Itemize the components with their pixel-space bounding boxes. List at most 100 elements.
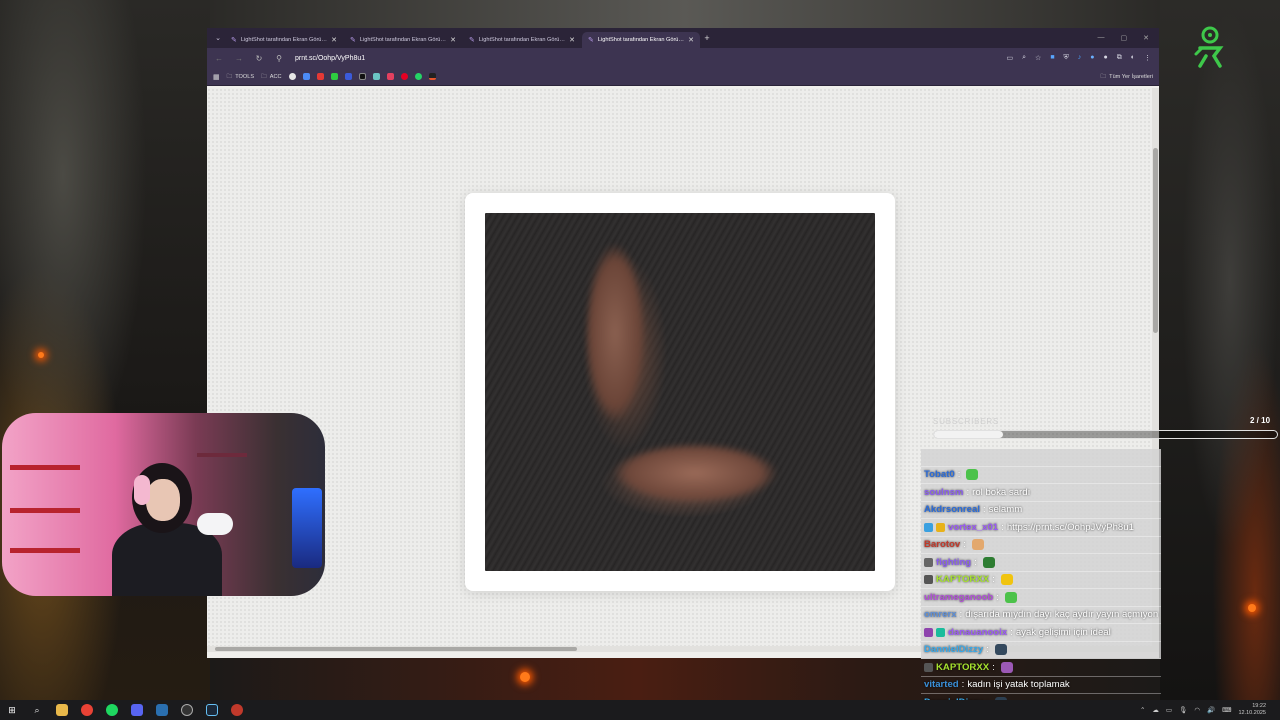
- extension-icon[interactable]: ■: [1050, 54, 1054, 62]
- instagram-bookmark-icon[interactable]: [386, 73, 394, 80]
- chat-username[interactable]: vitarted: [924, 679, 959, 690]
- chat-username[interactable]: omrerx: [924, 609, 957, 620]
- reload-icon[interactable]: ↻: [253, 54, 265, 63]
- language-icon[interactable]: ⌨: [1222, 706, 1231, 714]
- close-tab-icon[interactable]: ✕: [450, 36, 456, 44]
- apps-grid-icon[interactable]: ▦: [213, 73, 220, 81]
- extensions-puzzle-icon[interactable]: ⧉: [1117, 54, 1122, 62]
- browser-tab[interactable]: ✎ LightShot tarafından Ekran Görüntüsü ✕: [463, 32, 581, 48]
- chat-separator: :: [957, 469, 961, 481]
- chat-username[interactable]: danauanooix: [948, 627, 1007, 638]
- chat-separator: :: [992, 661, 995, 673]
- chat-username[interactable]: DannielDizzy: [924, 644, 983, 655]
- whatsapp-bookmark-icon[interactable]: [414, 73, 422, 80]
- chat-username[interactable]: ultrameganoob: [924, 592, 993, 603]
- microphone-icon[interactable]: 🎙: [1179, 706, 1187, 714]
- chrome-icon[interactable]: [81, 704, 93, 716]
- kick-bookmark-icon[interactable]: [330, 73, 338, 80]
- browser-tab[interactable]: ✎ LightShot tarafından Ekran Görüntüsü ✕: [344, 32, 462, 48]
- app-icon[interactable]: [231, 704, 243, 716]
- horizontal-scroll-thumb[interactable]: [215, 647, 577, 651]
- bookmark-star-icon[interactable]: ☆: [1035, 54, 1041, 62]
- x-bookmark-icon[interactable]: [358, 73, 366, 80]
- chat-username[interactable]: KAPTORXX: [936, 662, 989, 673]
- close-tab-icon[interactable]: ✕: [688, 36, 694, 44]
- folder-icon: 🗀: [1100, 73, 1107, 80]
- browser-tab[interactable]: ✎ LightShot tarafından Ekran Görüntüsü ✕: [225, 32, 343, 48]
- chat-emote-icon: [1004, 591, 1017, 603]
- lightshot-favicon-icon: ✎: [469, 37, 475, 44]
- all-bookmarks-label: Tüm Yer İşaretleri: [1109, 73, 1153, 80]
- chat-username[interactable]: Tobat0: [924, 469, 955, 480]
- chat-badge-icon: [924, 557, 933, 567]
- chat-username[interactable]: soulnsm: [924, 487, 963, 498]
- folder-icon: 🗀: [261, 73, 267, 80]
- shelf: [10, 548, 80, 553]
- tab-search-icon[interactable]: ⌄: [211, 31, 225, 45]
- steam-icon[interactable]: [206, 704, 218, 716]
- chat-username[interactable]: KAPTORXX: [936, 574, 989, 585]
- ember-glow: [1248, 604, 1256, 612]
- system-tray: ⌃ ☁ ▭ 🎙 ◠ 🔊 ⌨ 19:22 12.10.2025: [1140, 703, 1280, 717]
- shelf: [197, 453, 247, 457]
- tab-title: LightShot tarafından Ekran Görüntüsü: [597, 37, 685, 43]
- bookmark-favicon-icon[interactable]: [344, 73, 352, 80]
- chat-message: KAPTORXX:: [921, 571, 1161, 589]
- chat-emote-icon: [1000, 574, 1013, 586]
- install-app-icon[interactable]: ▭: [1006, 54, 1013, 62]
- bookmark-favicon-icon[interactable]: [428, 73, 436, 80]
- chrome-bookmark-icon[interactable]: [288, 73, 296, 80]
- profile-avatar-icon[interactable]: ◐: [1131, 54, 1135, 62]
- vertical-scroll-thumb[interactable]: [1153, 148, 1158, 333]
- new-tab-button[interactable]: +: [700, 33, 714, 43]
- clock[interactable]: 19:22 12.10.2025: [1238, 703, 1266, 717]
- close-tab-icon[interactable]: ✕: [331, 36, 337, 44]
- obs-icon[interactable]: [181, 704, 193, 716]
- file-explorer-icon[interactable]: [56, 704, 68, 716]
- spotify-icon[interactable]: [106, 704, 118, 716]
- back-arrow-icon[interactable]: ←: [213, 54, 225, 63]
- shield-icon[interactable]: ⛨: [1064, 54, 1069, 62]
- extension-dot-icon[interactable]: ●: [1090, 54, 1094, 62]
- address-bar[interactable]: prnt.sc/Oohp/VyPh8u1: [295, 55, 998, 62]
- cloud-icon[interactable]: ☁: [1152, 706, 1159, 714]
- chat-separator: :: [982, 504, 986, 516]
- chat-message: ultrameganoob:: [921, 589, 1161, 607]
- youtube-bookmark-icon[interactable]: [316, 73, 324, 80]
- all-bookmarks-folder[interactable]: 🗀 Tüm Yer İşaretleri: [1101, 72, 1153, 82]
- zoom-icon[interactable]: ⌕: [1022, 54, 1026, 62]
- maximize-icon[interactable]: ▢: [1121, 34, 1128, 42]
- bookmark-folder-tools[interactable]: 🗀 TOOLS: [227, 72, 254, 82]
- toolbar-icons: ▭ ⌕ ☆ ■ ⛨ ♪ ● ● ⧉ ◐ ⋮: [1006, 54, 1153, 62]
- minimize-icon[interactable]: —: [1098, 34, 1105, 42]
- app-icon[interactable]: [156, 704, 168, 716]
- forward-arrow-icon[interactable]: →: [233, 54, 245, 63]
- chat-message-text: dışarıda mıydın dayı kaç aydır yayın açm…: [965, 609, 1159, 621]
- bookmark-favicon-icon[interactable]: [372, 73, 380, 80]
- menu-kebab-icon[interactable]: ⋮: [1144, 54, 1151, 62]
- audio-extension-icon[interactable]: ♪: [1078, 54, 1082, 62]
- network-icon[interactable]: ▭: [1166, 706, 1172, 714]
- browser-tab[interactable]: ✎ LightShot tarafından Ekran Görüntüsü ✕: [582, 32, 700, 48]
- wifi-icon[interactable]: ◠: [1194, 706, 1200, 714]
- chat-message-text: kadın işi yatak toplamak: [967, 679, 1070, 691]
- chat-message: KAPTORXX:: [921, 659, 1161, 677]
- profile-circle-icon[interactable]: ●: [1104, 54, 1108, 62]
- chat-username[interactable]: Akdrsonreal: [924, 504, 980, 515]
- screenshot-image[interactable]: [485, 213, 875, 571]
- close-tab-icon[interactable]: ✕: [569, 36, 575, 44]
- pinterest-bookmark-icon[interactable]: [400, 73, 408, 80]
- search-icon[interactable]: ⌕: [31, 704, 43, 716]
- site-info-icon[interactable]: ⚲: [273, 54, 285, 63]
- translate-bookmark-icon[interactable]: [302, 73, 310, 80]
- bookmark-folder-acc[interactable]: 🗀 ACC: [261, 72, 281, 82]
- taskbar: ⊞ ⌕ ⌃ ☁ ▭ 🎙 ◠ 🔊 ⌨ 19:22 12.10.2025: [0, 700, 1280, 720]
- discord-icon[interactable]: [131, 704, 143, 716]
- chat-username[interactable]: Barotov: [924, 539, 960, 550]
- tray-chevron-icon[interactable]: ⌃: [1140, 706, 1145, 714]
- volume-icon[interactable]: 🔊: [1207, 706, 1215, 714]
- chat-username[interactable]: fighting: [936, 557, 971, 568]
- close-window-icon[interactable]: ✕: [1143, 34, 1149, 42]
- windows-start-icon[interactable]: ⊞: [6, 704, 18, 716]
- chat-username[interactable]: vortex_x01: [948, 522, 998, 533]
